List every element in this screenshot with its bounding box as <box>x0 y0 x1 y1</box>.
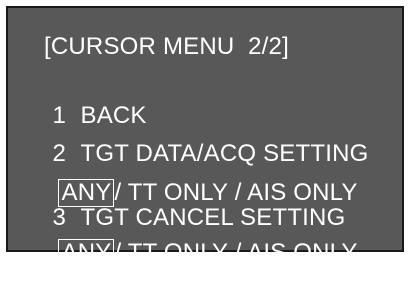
selected-option-any[interactable]: ANY <box>58 239 115 268</box>
other-options[interactable]: / TT ONLY / AIS ONLY <box>114 239 357 266</box>
menu-title: [CURSOR MENU 2/2] <box>44 33 289 60</box>
tgt-cancel-options[interactable]: ANY / TT ONLY / AIS ONLY <box>31 215 358 291</box>
cursor-menu-panel: [CURSOR MENU 2/2] 1 BACK 2 TGT DATA/ACQ SE… <box>6 6 404 268</box>
